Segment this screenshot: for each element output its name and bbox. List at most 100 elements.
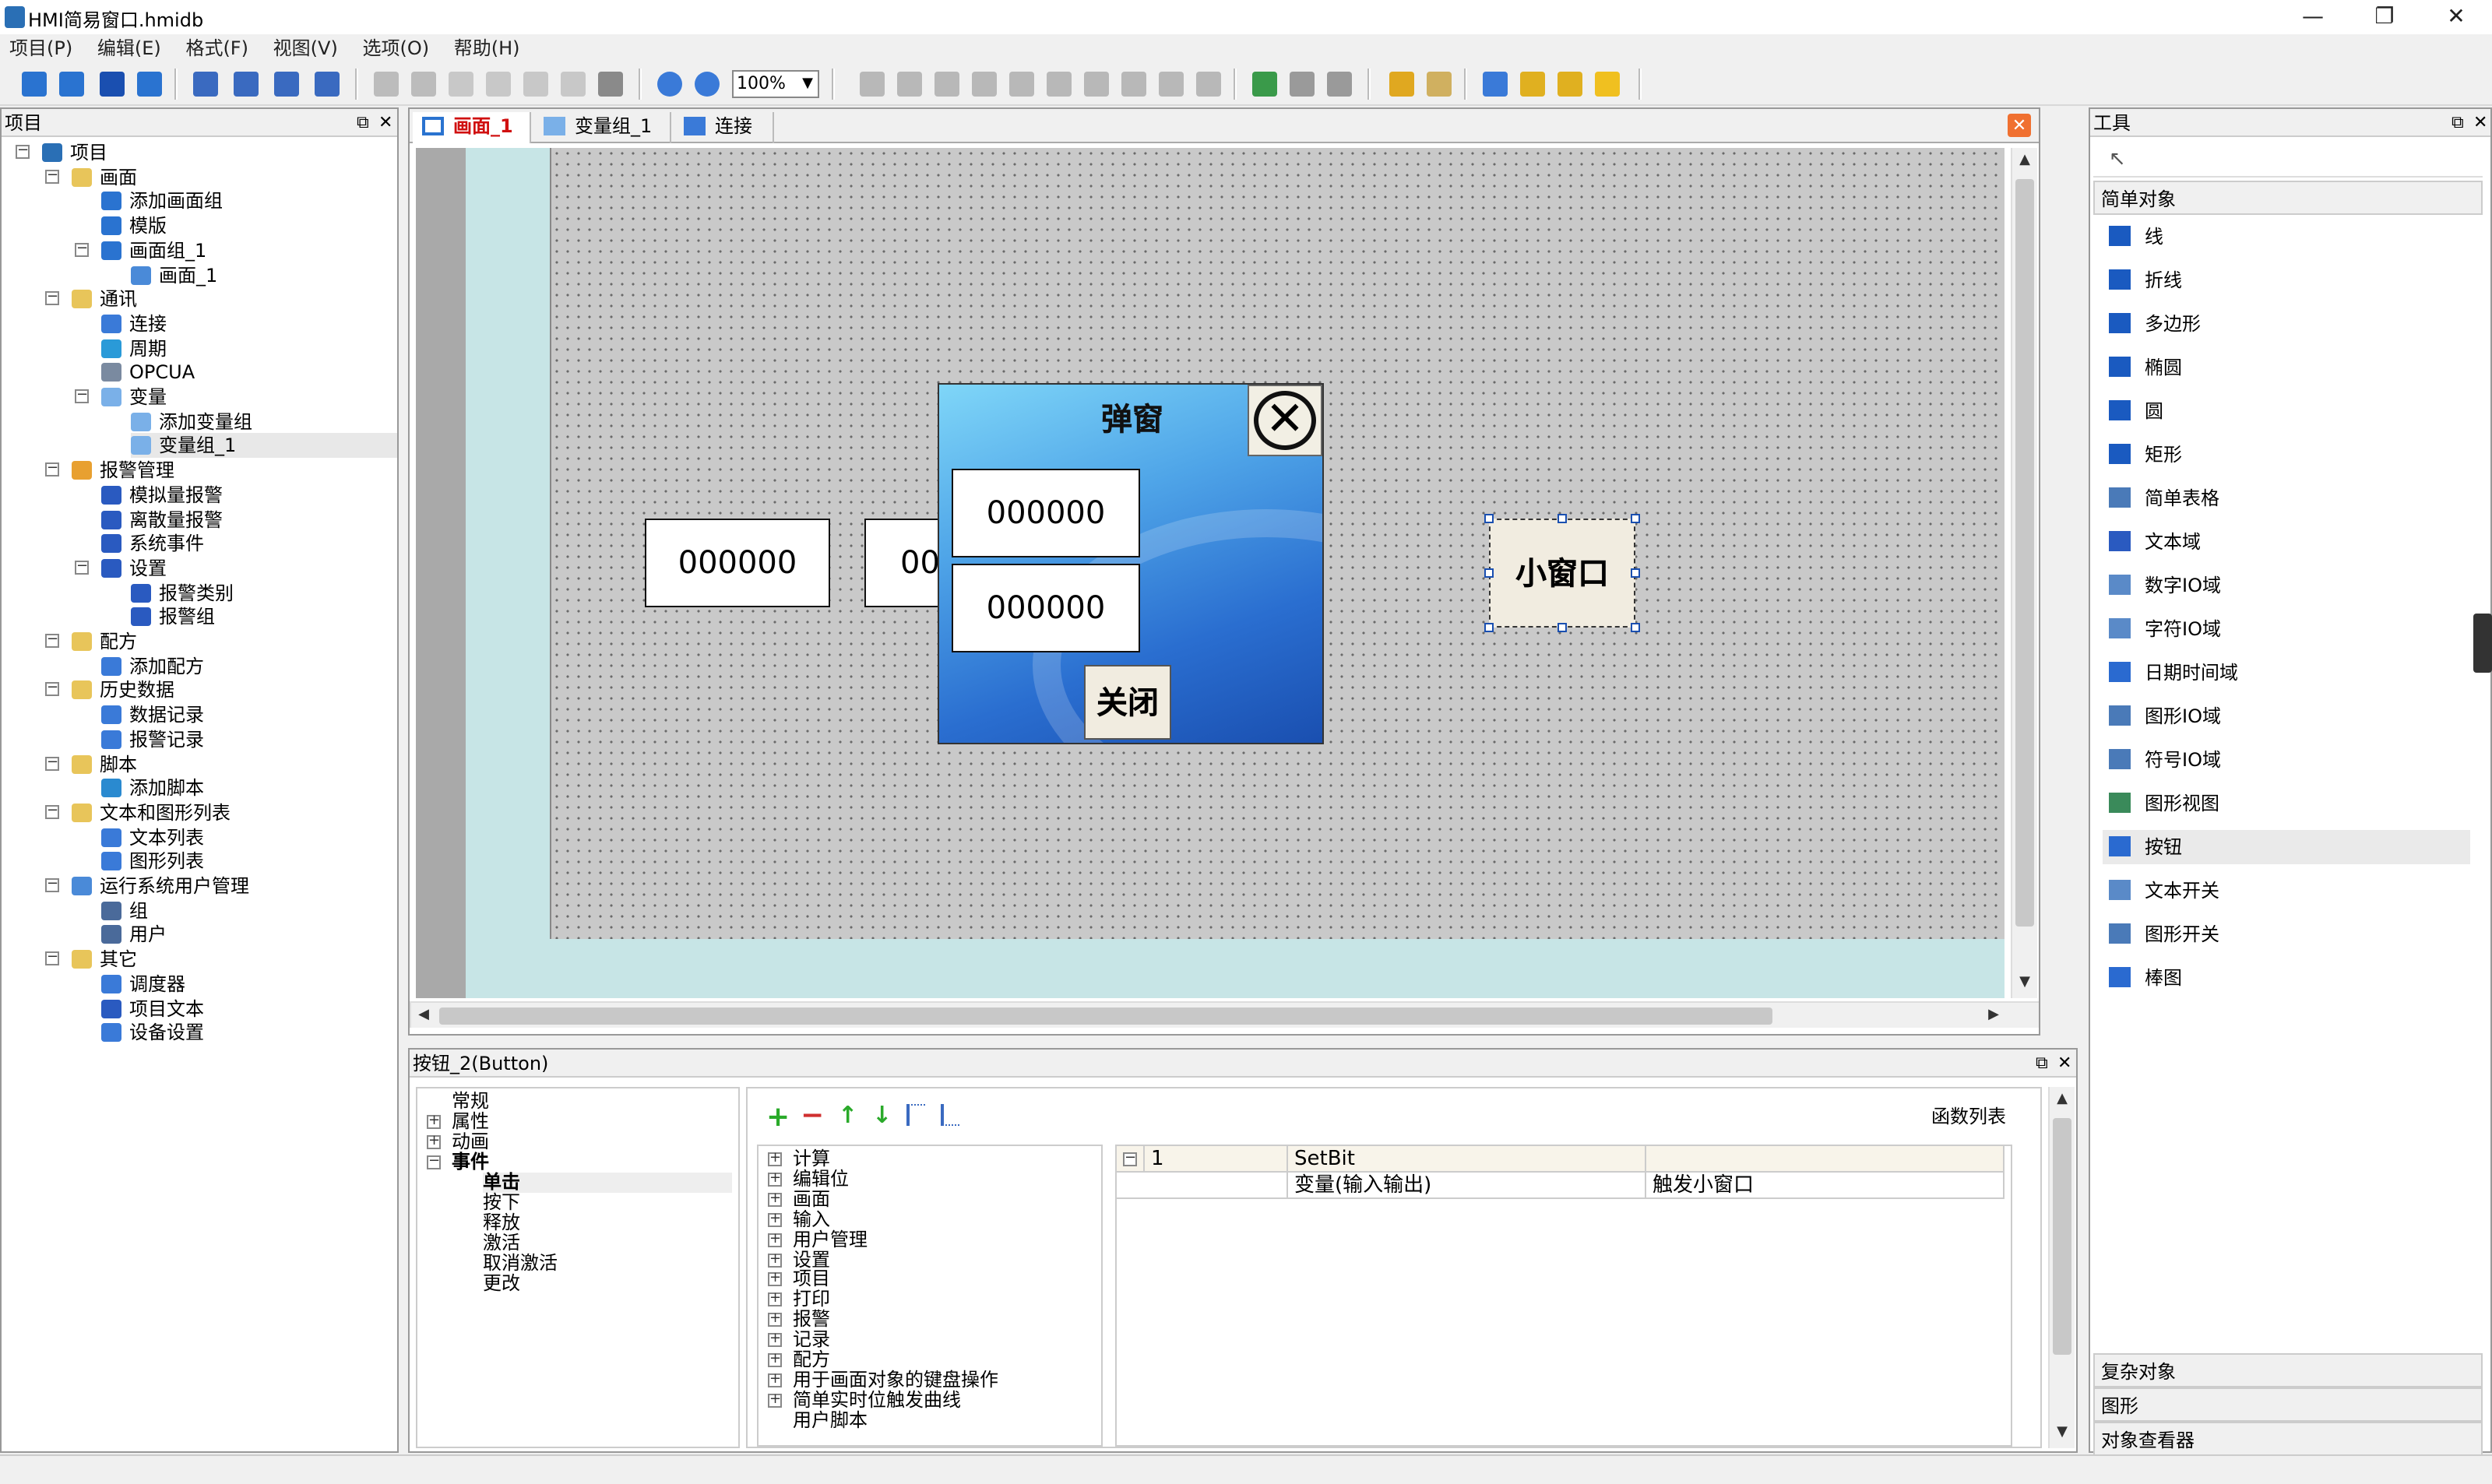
align-top-icon[interactable] (972, 72, 997, 97)
tree-item[interactable]: 通讯 (72, 287, 137, 311)
function-group[interactable]: 输入 (793, 1208, 830, 1229)
editor-horizontal-scrollbar[interactable]: ◀ ▶ (410, 1001, 2039, 1028)
move-up-icon[interactable]: ↑ (838, 1101, 857, 1129)
ungroup-icon[interactable] (1327, 72, 1352, 97)
layer-down-icon[interactable] (1595, 72, 1620, 97)
lock-icon[interactable] (1389, 72, 1414, 97)
tree-item[interactable]: 画面_1 (131, 262, 217, 287)
tree-item[interactable]: 模版 (101, 213, 167, 238)
move-down-icon[interactable]: ↓ (872, 1101, 892, 1129)
popup-close-button[interactable]: 关闭 (1084, 665, 1171, 740)
collapse-icon[interactable]: − (45, 290, 59, 306)
tree-item[interactable]: 周期 (101, 336, 167, 360)
expand-icon[interactable]: + (768, 1152, 782, 1166)
tree-item[interactable]: 运行系统用户管理 (72, 874, 249, 898)
tool-item[interactable]: 折线 (2103, 263, 2470, 297)
expand-icon[interactable]: + (768, 1272, 782, 1287)
tree-item[interactable]: 报警组 (131, 605, 215, 630)
property-category[interactable]: 常规 (452, 1091, 489, 1112)
expand-icon[interactable]: + (768, 1312, 782, 1328)
tree-item[interactable]: 图形列表 (101, 849, 204, 874)
tool-item[interactable]: 文本域 (2103, 525, 2470, 559)
tool-item[interactable]: 图形开关 (2103, 917, 2470, 951)
close-panel-icon[interactable]: ✕ (378, 109, 392, 137)
tree-item[interactable]: 添加脚本 (101, 775, 204, 800)
copy-icon[interactable] (486, 72, 511, 97)
selection-handle[interactable] (1484, 623, 1494, 632)
close-window-button[interactable]: ✕ (2420, 0, 2492, 37)
align-right-icon[interactable] (935, 72, 959, 97)
scroll-down-icon[interactable]: ▼ (2050, 1420, 2075, 1445)
pointer-tool[interactable]: ↖ (2093, 143, 2483, 178)
align-bottom-icon[interactable] (1047, 72, 1072, 97)
tree-item[interactable]: 设备设置 (101, 1020, 204, 1045)
tree-item[interactable]: 设置 (101, 556, 167, 581)
tool-item[interactable]: 线 (2103, 220, 2470, 254)
close-panel-icon[interactable]: ✕ (2057, 1050, 2071, 1078)
function-group[interactable]: 简单实时位触发曲线 (793, 1390, 961, 1411)
small-window-button[interactable]: 小窗口 (1489, 519, 1635, 628)
popup-io-field-2[interactable]: 000000 (952, 564, 1140, 652)
editor-vertical-scrollbar[interactable]: ▲ ▼ (2011, 148, 2037, 998)
function-name-cell[interactable]: SetBit (1288, 1146, 1646, 1173)
selection-handle[interactable] (1484, 514, 1494, 523)
function-group[interactable]: 报警 (793, 1309, 830, 1330)
expand-icon[interactable]: + (768, 1232, 782, 1247)
function-group[interactable]: 计算 (793, 1148, 830, 1169)
align-left-icon[interactable] (860, 72, 885, 97)
tree-item[interactable]: 画面组_1 (101, 238, 206, 263)
event-item[interactable]: 激活 (483, 1233, 520, 1254)
same-width-icon[interactable] (1084, 72, 1109, 97)
menu-project[interactable]: 项目(P) (9, 34, 72, 62)
expand-icon[interactable]: + (768, 1211, 782, 1227)
close-tab-icon[interactable]: ✕ (2008, 114, 2031, 137)
collapse-icon[interactable]: − (75, 242, 89, 257)
function-group[interactable]: 用户管理 (793, 1229, 868, 1250)
layer-back-icon[interactable] (1520, 72, 1545, 97)
tree-item[interactable]: 文本列表 (101, 825, 204, 849)
float-panel-icon[interactable]: ⧉ (2036, 1050, 2048, 1078)
add-function-icon[interactable]: + (766, 1101, 790, 1134)
minimize-button[interactable]: — (2277, 0, 2349, 37)
tree-item[interactable]: 离散量报警 (101, 507, 223, 532)
event-item[interactable]: 取消激活 (483, 1253, 558, 1274)
tree-item[interactable]: 模拟量报警 (101, 483, 223, 508)
layer-front-icon[interactable] (1483, 72, 1508, 97)
tree-item[interactable]: 系统事件 (101, 531, 204, 556)
float-panel-icon[interactable]: ⧉ (2452, 109, 2464, 137)
zoom-select[interactable]: 100% ▼ (732, 70, 819, 98)
function-group[interactable]: 记录 (793, 1329, 830, 1350)
collapse-icon[interactable]: − (16, 144, 30, 159)
function-group[interactable]: 用户脚本 (793, 1409, 868, 1430)
tree-item[interactable]: OPCUA (101, 360, 195, 385)
tool-item[interactable]: 矩形 (2103, 438, 2470, 472)
tree-item[interactable]: 连接 (101, 311, 167, 336)
collapse-icon[interactable]: − (45, 877, 59, 892)
side-grip-handle[interactable] (2473, 614, 2492, 673)
function-group[interactable]: 用于画面对象的键盘操作 (793, 1370, 998, 1391)
tree-item[interactable]: 组 (101, 898, 148, 923)
same-size-icon[interactable] (1159, 72, 1184, 97)
tree-item[interactable]: 文本和图形列表 (72, 800, 231, 825)
close-panel-icon[interactable]: ✕ (2473, 109, 2487, 137)
popup-window[interactable]: 弹窗 ✕ 000000 000000 关闭 (938, 383, 1324, 744)
bring-forward-icon[interactable] (1252, 72, 1277, 97)
tool-item[interactable]: 符号IO域 (2103, 743, 2470, 777)
tree-item[interactable]: 报警记录 (101, 727, 204, 752)
tree-item[interactable]: 配方 (72, 629, 137, 654)
menu-view[interactable]: 视图(V) (273, 34, 338, 62)
function-group[interactable]: 项目 (793, 1269, 830, 1290)
paste-icon[interactable] (523, 72, 548, 97)
expand-icon[interactable]: + (768, 1252, 782, 1267)
tree-item[interactable]: 变量 (101, 385, 167, 410)
io-field-1[interactable]: 000000 (645, 519, 830, 607)
collapse-icon[interactable]: − (1123, 1152, 1137, 1166)
tool-item[interactable]: 文本开关 (2103, 874, 2470, 908)
selection-handle[interactable] (1484, 568, 1494, 578)
selection-handle[interactable] (1558, 623, 1567, 632)
tree-item[interactable]: 报警类别 (131, 580, 234, 605)
download-icon[interactable] (234, 72, 259, 97)
section-object-viewer[interactable]: 对象查看器 (2093, 1422, 2483, 1456)
section-graphics[interactable]: 图形 (2093, 1387, 2483, 1422)
tree-item[interactable]: 添加变量组 (131, 409, 252, 434)
